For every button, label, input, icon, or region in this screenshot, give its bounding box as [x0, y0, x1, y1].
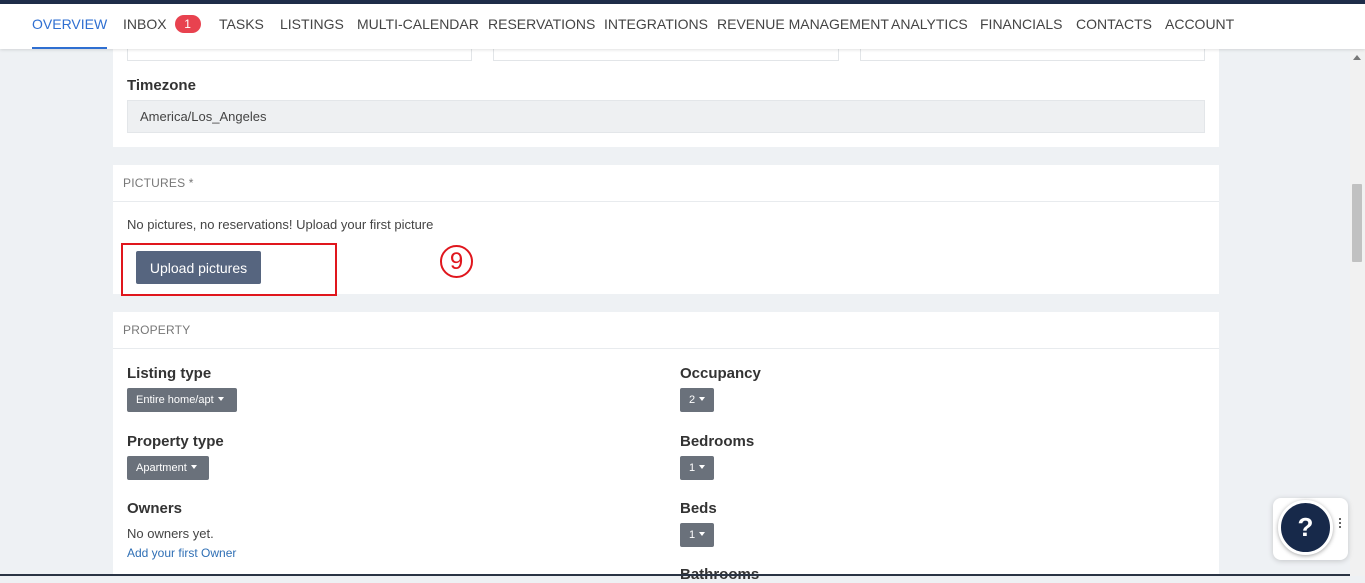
listing-type-label: Listing type — [127, 365, 212, 382]
nav-inbox[interactable]: INBOX 1 — [123, 4, 201, 49]
nav-overview-label: OVERVIEW — [32, 16, 108, 32]
timezone-label: Timezone — [127, 77, 196, 94]
main-navigation: OVERVIEW INBOX 1 TASKS LISTINGS MULTI-CAL… — [0, 4, 1365, 49]
question-icon[interactable]: ? — [1278, 500, 1333, 555]
scroll-up-icon[interactable] — [1353, 55, 1361, 60]
property-type-dropdown[interactable]: Apartment — [127, 456, 209, 480]
occupancy-dropdown[interactable]: 2 — [680, 388, 714, 412]
listing-type-value: Entire home/apt — [136, 394, 214, 406]
bedrooms-label: Bedrooms — [680, 433, 755, 450]
nav-inbox-label: INBOX — [123, 16, 167, 32]
nav-revenue-management[interactable]: REVENUE MANAGEMENT — [717, 4, 889, 49]
nav-integrations[interactable]: INTEGRATIONS — [604, 4, 708, 49]
caret-down-icon — [190, 465, 197, 469]
no-owners-text: No owners yet. — [127, 526, 214, 541]
nav-analytics[interactable]: ANALYTICS — [891, 4, 968, 49]
caret-down-icon — [699, 465, 706, 469]
nav-listings[interactable]: LISTINGS — [280, 4, 344, 49]
caret-down-icon — [699, 397, 706, 401]
occupancy-label: Occupancy — [680, 365, 761, 382]
listing-type-dropdown[interactable]: Entire home/apt — [127, 388, 237, 412]
bedrooms-value: 1 — [689, 462, 696, 474]
property-panel: PROPERTY — [113, 312, 1219, 576]
nav-contacts[interactable]: CONTACTS — [1076, 4, 1152, 49]
beds-label: Beds — [680, 500, 717, 517]
add-owner-link[interactable]: Add your first Owner — [127, 546, 236, 560]
pictures-section-header: PICTURES * — [113, 165, 1219, 202]
nav-account[interactable]: ACCOUNT — [1165, 4, 1234, 49]
owners-label: Owners — [127, 500, 183, 517]
property-type-value: Apartment — [136, 462, 187, 474]
caret-down-icon — [217, 397, 224, 401]
nav-overview[interactable]: OVERVIEW — [32, 4, 108, 49]
beds-value: 1 — [689, 529, 696, 541]
no-pictures-message: No pictures, no reservations! Upload you… — [127, 217, 434, 232]
timezone-field[interactable]: America/Los_Angeles — [127, 100, 1205, 133]
property-type-label: Property type — [127, 433, 224, 450]
page-scrollbar[interactable] — [1350, 49, 1365, 576]
inbox-count-badge: 1 — [174, 15, 201, 33]
scrollbar-thumb[interactable] — [1352, 184, 1362, 262]
occupancy-value: 2 — [689, 394, 696, 406]
bedrooms-dropdown[interactable]: 1 — [680, 456, 714, 480]
highlight-box — [121, 243, 337, 296]
more-options-icon[interactable] — [1338, 518, 1342, 530]
nav-tasks[interactable]: TASKS — [219, 4, 264, 49]
nav-financials[interactable]: FINANCIALS — [980, 4, 1062, 49]
beds-dropdown[interactable]: 1 — [680, 523, 714, 547]
caret-down-icon — [699, 532, 706, 536]
step-number-marker: 9 — [440, 245, 473, 278]
nav-reservations[interactable]: RESERVATIONS — [488, 4, 595, 49]
property-section-header: PROPERTY — [113, 312, 1219, 349]
nav-multi-calendar[interactable]: MULTI-CALENDAR — [357, 4, 479, 49]
